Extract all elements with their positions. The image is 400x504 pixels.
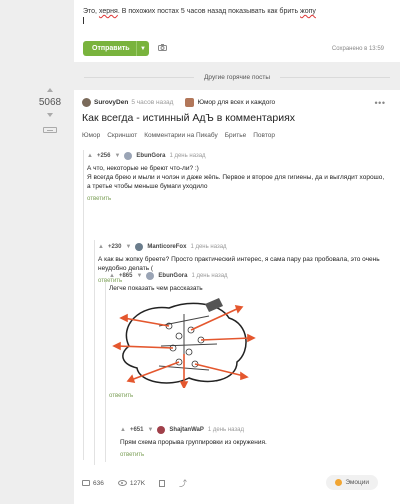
- section-divider: Другие горячие посты: [74, 70, 400, 84]
- chevron-down-icon[interactable]: ▼: [136, 41, 149, 56]
- compose-text-part: . В похожих постах 5 часов назад показыв…: [117, 8, 301, 15]
- comment-text: Прям схема прорыва группировки из окруже…: [120, 438, 395, 447]
- comment: ▲ +256 ▼ EbunGora 1 день назад А что, не…: [87, 151, 392, 204]
- reply-link[interactable]: ответить: [87, 195, 392, 204]
- bookmark-icon: [159, 479, 166, 487]
- comment-author[interactable]: EbunGora: [158, 272, 187, 281]
- community-avatar[interactable]: [185, 98, 195, 107]
- post-author[interactable]: SurovyDen: [94, 99, 128, 106]
- comment-text: Легче показать чем рассказать: [109, 284, 394, 293]
- compose-text-part: Это,: [83, 8, 99, 15]
- comment: ▲ +651 ▼ ShajtanWaP 1 день назад Прям сх…: [120, 425, 395, 460]
- comment-line: Прям схема прорыва группировки из окруже…: [120, 439, 267, 446]
- comments-count-button[interactable]: 636: [82, 480, 104, 487]
- upvote-icon[interactable]: ▲: [109, 272, 115, 281]
- comment-header: ▲ +651 ▼ ShajtanWaP 1 день назад: [120, 425, 395, 435]
- thread-line[interactable]: [83, 150, 84, 460]
- upvote-icon[interactable]: [47, 88, 53, 92]
- comment-rating: +230: [107, 243, 122, 250]
- save-post-icon[interactable]: [43, 127, 57, 133]
- comment-time: 1 день назад: [191, 272, 228, 279]
- comment-rating: +256: [96, 152, 111, 159]
- comment-author[interactable]: EbunGora: [136, 152, 165, 161]
- downvote-icon[interactable]: ▼: [114, 152, 120, 161]
- reply-link[interactable]: ответить: [120, 451, 395, 460]
- saved-status: Сохранено в 13:59: [331, 46, 384, 52]
- comments-count: 636: [93, 479, 104, 487]
- comment-rating: +865: [118, 272, 133, 279]
- downvote-icon[interactable]: ▼: [147, 426, 153, 435]
- compose-text[interactable]: Это, херня. В похожих постах 5 часов наз…: [83, 8, 316, 15]
- thread-line[interactable]: [105, 282, 106, 462]
- upvote-icon[interactable]: ▲: [120, 426, 126, 435]
- comment-line: А что, некоторые не бреют что-ли? :): [87, 165, 199, 172]
- camera-icon[interactable]: [158, 44, 167, 51]
- misspelled-word[interactable]: херня: [99, 8, 118, 15]
- section-title: Другие горячие посты: [204, 73, 270, 81]
- tag[interactable]: Бритье: [225, 132, 247, 139]
- post-rating-column: 5068: [30, 88, 70, 133]
- reply-link[interactable]: ответить: [109, 392, 394, 401]
- downvote-icon[interactable]: [47, 113, 53, 117]
- post-title[interactable]: Как всегда - истинный АдЪ в комментариях: [82, 112, 295, 124]
- comment-text: А что, некоторые не бреют что-ли? :) Я в…: [87, 164, 392, 191]
- thread-line[interactable]: [94, 240, 95, 465]
- comment-image-sketch[interactable]: [109, 296, 259, 388]
- tag[interactable]: Скриншот: [107, 132, 137, 139]
- avatar[interactable]: [82, 98, 91, 107]
- downvote-icon[interactable]: ▼: [136, 272, 142, 281]
- avatar[interactable]: [146, 272, 155, 280]
- downvote-icon[interactable]: ▼: [125, 243, 131, 252]
- bookmark-button[interactable]: [159, 479, 166, 487]
- comment-author[interactable]: ManticoreFox: [147, 243, 186, 252]
- post-tags: Юмор Скриншот Комментарии на Пикабу Брит…: [82, 132, 275, 139]
- comment-header: ▲ +256 ▼ EbunGora 1 день назад: [87, 151, 392, 161]
- post-header: SurovyDen 5 часов назад Юмор для всех и …: [82, 98, 275, 107]
- views-counter: 127K: [117, 479, 146, 487]
- tag[interactable]: Юмор: [82, 132, 100, 139]
- comment-line: Легче показать чем рассказать: [109, 285, 203, 292]
- tag[interactable]: Комментарии на Пикабу: [144, 132, 218, 139]
- emotions-label: Эмоции: [345, 479, 369, 486]
- comment-header: ▲ +865 ▼ EbunGora 1 день назад: [109, 271, 394, 281]
- comment: ▲ +865 ▼ EbunGora 1 день назад Легче пок…: [109, 271, 394, 401]
- comment-compose-box[interactable]: Это, херня. В похожих постах 5 часов наз…: [74, 0, 400, 62]
- send-button[interactable]: Отправить ▼: [83, 41, 149, 56]
- share-button[interactable]: ⤴: [179, 478, 187, 489]
- comment-header: ▲ +230 ▼ ManticoreFox 1 день назад: [98, 242, 393, 252]
- emotion-icon: [335, 479, 343, 486]
- comment-time: 1 день назад: [207, 426, 244, 433]
- comment-rating: +651: [129, 426, 144, 433]
- views-count: 127K: [129, 479, 146, 487]
- comment-line: а третье чтобы меньше бумаги уходило: [87, 183, 208, 190]
- comment-author[interactable]: ShajtanWaP: [169, 426, 203, 435]
- tag[interactable]: Повтор: [253, 132, 275, 139]
- text-caret: [83, 17, 84, 24]
- comment-line: А как вы жопку бреете? Просто практическ…: [98, 256, 380, 263]
- post-card: SurovyDen 5 часов назад Юмор для всех и …: [74, 90, 400, 504]
- send-button-label: Отправить: [92, 45, 130, 52]
- upvote-icon[interactable]: ▲: [98, 243, 104, 252]
- comment-time: 1 день назад: [169, 152, 206, 159]
- comment-line: Я всегда брею и мыли и чолэн и даже жёпь…: [87, 174, 385, 181]
- upvote-icon[interactable]: ▲: [87, 152, 93, 161]
- comment-time: 1 день назад: [190, 243, 227, 250]
- avatar[interactable]: [124, 152, 133, 160]
- post-footer: 636 127K ⤴ Эмоции: [82, 472, 392, 494]
- post-rating: 5068: [38, 97, 62, 108]
- post-time: 5 часов назад: [131, 99, 174, 106]
- avatar[interactable]: [135, 243, 144, 251]
- misspelled-word[interactable]: жопу: [300, 8, 316, 15]
- eye-icon: [117, 480, 127, 486]
- share-icon: ⤴: [179, 478, 188, 488]
- avatar[interactable]: [157, 426, 166, 434]
- post-community[interactable]: Юмор для всех и каждого: [197, 99, 275, 106]
- comment-icon: [82, 480, 90, 486]
- emotions-button[interactable]: Эмоции: [326, 475, 378, 490]
- more-options-icon[interactable]: • • •: [375, 98, 386, 108]
